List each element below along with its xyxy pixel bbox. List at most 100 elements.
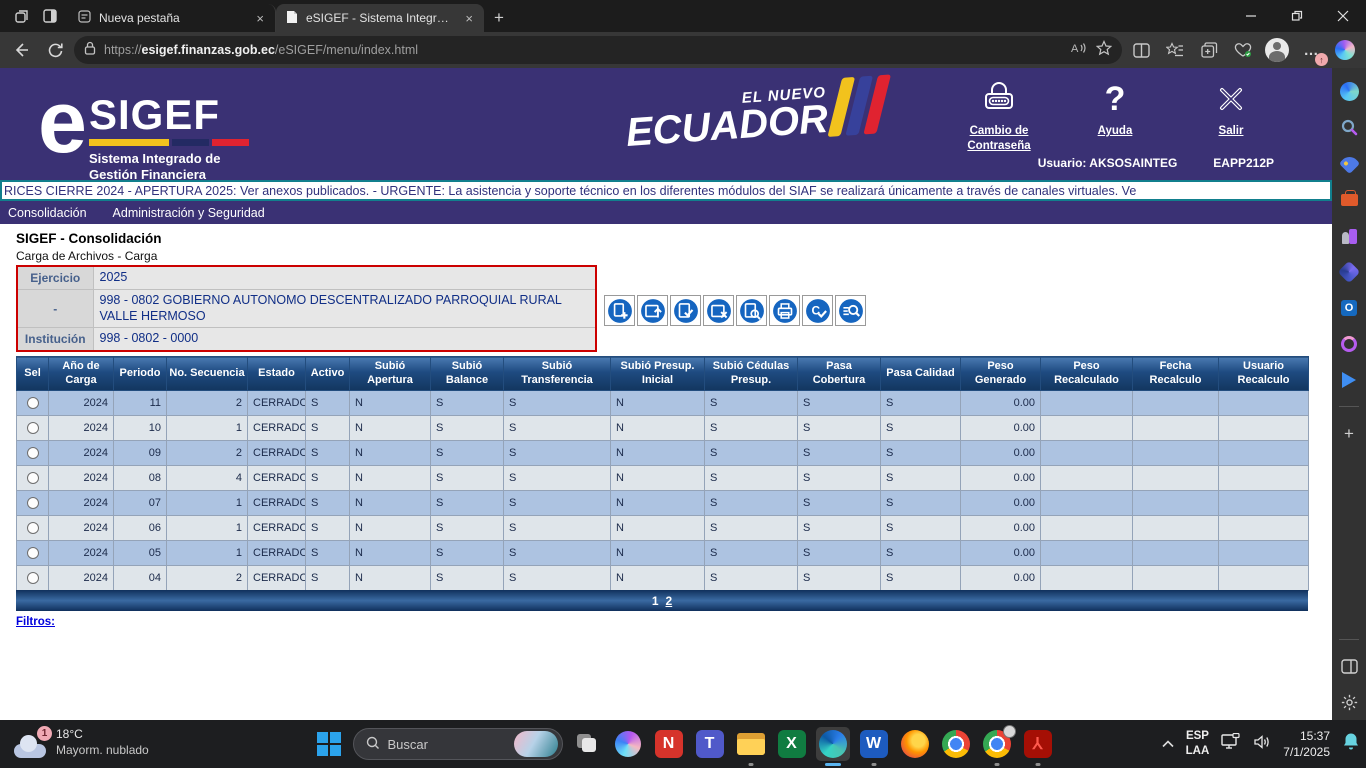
row-select-radio[interactable] <box>27 422 39 434</box>
row-select-radio[interactable] <box>27 547 39 559</box>
exit-button[interactable]: Salir <box>1188 78 1274 154</box>
new-tab-button[interactable]: + <box>484 4 514 32</box>
sidebar-tools-icon[interactable] <box>1340 190 1359 209</box>
vertical-tabs-icon[interactable] <box>42 8 58 24</box>
table-cell: S <box>705 566 798 591</box>
table-cell: S <box>504 516 611 541</box>
table-cell: 1 <box>167 541 248 566</box>
copilot-app-icon[interactable] <box>611 727 645 761</box>
browser-essentials-icon[interactable] <box>1228 36 1258 64</box>
chrome-app-icon[interactable] <box>939 727 973 761</box>
table-cell: S <box>798 416 881 441</box>
chrome-profile-app-icon[interactable] <box>980 727 1014 761</box>
sidebar-outlook-icon[interactable]: O <box>1340 298 1359 317</box>
profile-avatar[interactable] <box>1262 36 1292 64</box>
edge-app-icon[interactable] <box>816 727 850 761</box>
change-password-button[interactable]: Cambio de Contraseña <box>956 78 1042 154</box>
sidebar-designer-icon[interactable] <box>1340 370 1359 389</box>
filters-link[interactable]: Filtros: <box>16 616 55 628</box>
word-app-icon[interactable]: W <box>857 727 891 761</box>
menu-administracion[interactable]: Administración y Seguridad <box>113 206 265 220</box>
taskbar-search-input[interactable]: Buscar <box>353 728 563 760</box>
new-record-button[interactable] <box>604 295 635 326</box>
sidebar-m365-icon[interactable] <box>1340 262 1359 281</box>
table-cell: 11 <box>114 391 167 416</box>
help-button[interactable]: ? Ayuda <box>1072 78 1158 154</box>
row-select-radio[interactable] <box>27 472 39 484</box>
favorites-icon[interactable] <box>1160 36 1190 64</box>
back-icon[interactable] <box>6 36 36 64</box>
teams-app-icon[interactable]: T <box>693 727 727 761</box>
tab-close-icon[interactable]: × <box>462 11 476 26</box>
workspaces-icon[interactable] <box>14 8 30 24</box>
sidebar-shopping-icon[interactable] <box>1340 154 1359 173</box>
tray-chevron-icon[interactable] <box>1162 737 1174 751</box>
table-cell <box>1133 516 1219 541</box>
lock-icon[interactable] <box>84 41 96 60</box>
tab-close-icon[interactable]: × <box>253 11 267 26</box>
sidebar-settings-icon[interactable] <box>1340 693 1359 712</box>
row-select-radio[interactable] <box>27 572 39 584</box>
pdf-app-icon[interactable]: N <box>652 727 686 761</box>
table-cell <box>1041 491 1133 516</box>
firefox-app-icon[interactable] <box>898 727 932 761</box>
table-cell: S <box>431 541 504 566</box>
sidebar-add-icon[interactable]: + <box>1340 424 1359 443</box>
approve-button[interactable]: C <box>802 295 833 326</box>
url-text[interactable]: https://esigef.finanzas.gob.ec/eSIGEF/me… <box>104 43 1062 57</box>
row-select-radio[interactable] <box>27 447 39 459</box>
table-cell <box>1041 466 1133 491</box>
collections-icon[interactable] <box>1194 36 1224 64</box>
row-select-radio[interactable] <box>27 522 39 534</box>
print-button[interactable] <box>769 295 800 326</box>
preview-file-button[interactable] <box>736 295 767 326</box>
delete-file-button[interactable] <box>703 295 734 326</box>
page-2-link[interactable]: 2 <box>666 594 673 608</box>
start-button[interactable] <box>312 727 346 761</box>
row-select-radio[interactable] <box>27 397 39 409</box>
refresh-icon[interactable] <box>40 36 70 64</box>
table-cell <box>1041 541 1133 566</box>
upload-file-button[interactable] <box>637 295 668 326</box>
excel-app-icon[interactable]: X <box>775 727 809 761</box>
table-cell: N <box>350 541 431 566</box>
menu-consolidacion[interactable]: Consolidación <box>8 206 87 220</box>
notifications-bell-icon[interactable] <box>1342 732 1360 756</box>
validate-file-button[interactable] <box>670 295 701 326</box>
column-header-8: Subió Balance <box>431 357 504 391</box>
favorite-star-icon[interactable] <box>1096 40 1112 61</box>
table-cell <box>1133 391 1219 416</box>
screen: Nueva pestaña × eSIGEF - Sistema Integra… <box>0 0 1366 768</box>
sidebar-search-icon[interactable] <box>1340 118 1359 137</box>
copilot-icon[interactable] <box>1330 36 1360 64</box>
table-cell: 2024 <box>49 541 114 566</box>
exit-x-icon <box>1213 78 1249 120</box>
column-header-4: No. Secuencia <box>167 357 248 391</box>
table-cell: S <box>431 516 504 541</box>
table-cell: N <box>611 391 705 416</box>
task-view-button[interactable] <box>570 727 604 761</box>
sidebar-copilot-icon[interactable] <box>1340 82 1359 101</box>
sidebar-games-icon[interactable] <box>1340 226 1359 245</box>
acrobat-app-icon[interactable]: ⅄ <box>1021 727 1055 761</box>
clock-widget[interactable]: 15:377/1/2025 <box>1283 728 1330 760</box>
sidebar-toggle-icon[interactable] <box>1340 657 1359 676</box>
split-screen-icon[interactable] <box>1126 36 1156 64</box>
table-cell <box>1219 391 1309 416</box>
sidebar-loop-icon[interactable] <box>1340 334 1359 353</box>
settings-more-icon[interactable]: …↑ <box>1296 36 1326 64</box>
restore-button[interactable] <box>1274 0 1320 32</box>
browser-tab-newtab[interactable]: Nueva pestaña × <box>68 4 276 32</box>
minimize-button[interactable] <box>1228 0 1274 32</box>
read-aloud-icon[interactable]: A <box>1070 40 1088 61</box>
query-details-button[interactable] <box>835 295 866 326</box>
network-icon[interactable] <box>1221 733 1241 756</box>
weather-widget[interactable]: 1 18°CMayorm. nublado <box>14 726 149 758</box>
volume-icon[interactable] <box>1253 734 1271 755</box>
close-button[interactable] <box>1320 0 1366 32</box>
file-explorer-icon[interactable] <box>734 727 768 761</box>
address-bar[interactable]: https://esigef.finanzas.gob.ec/eSIGEF/me… <box>74 36 1122 64</box>
language-indicator[interactable]: ESPLAA <box>1186 729 1210 759</box>
browser-tab-esigef[interactable]: eSIGEF - Sistema Integrado de G × <box>276 4 484 32</box>
row-select-radio[interactable] <box>27 497 39 509</box>
